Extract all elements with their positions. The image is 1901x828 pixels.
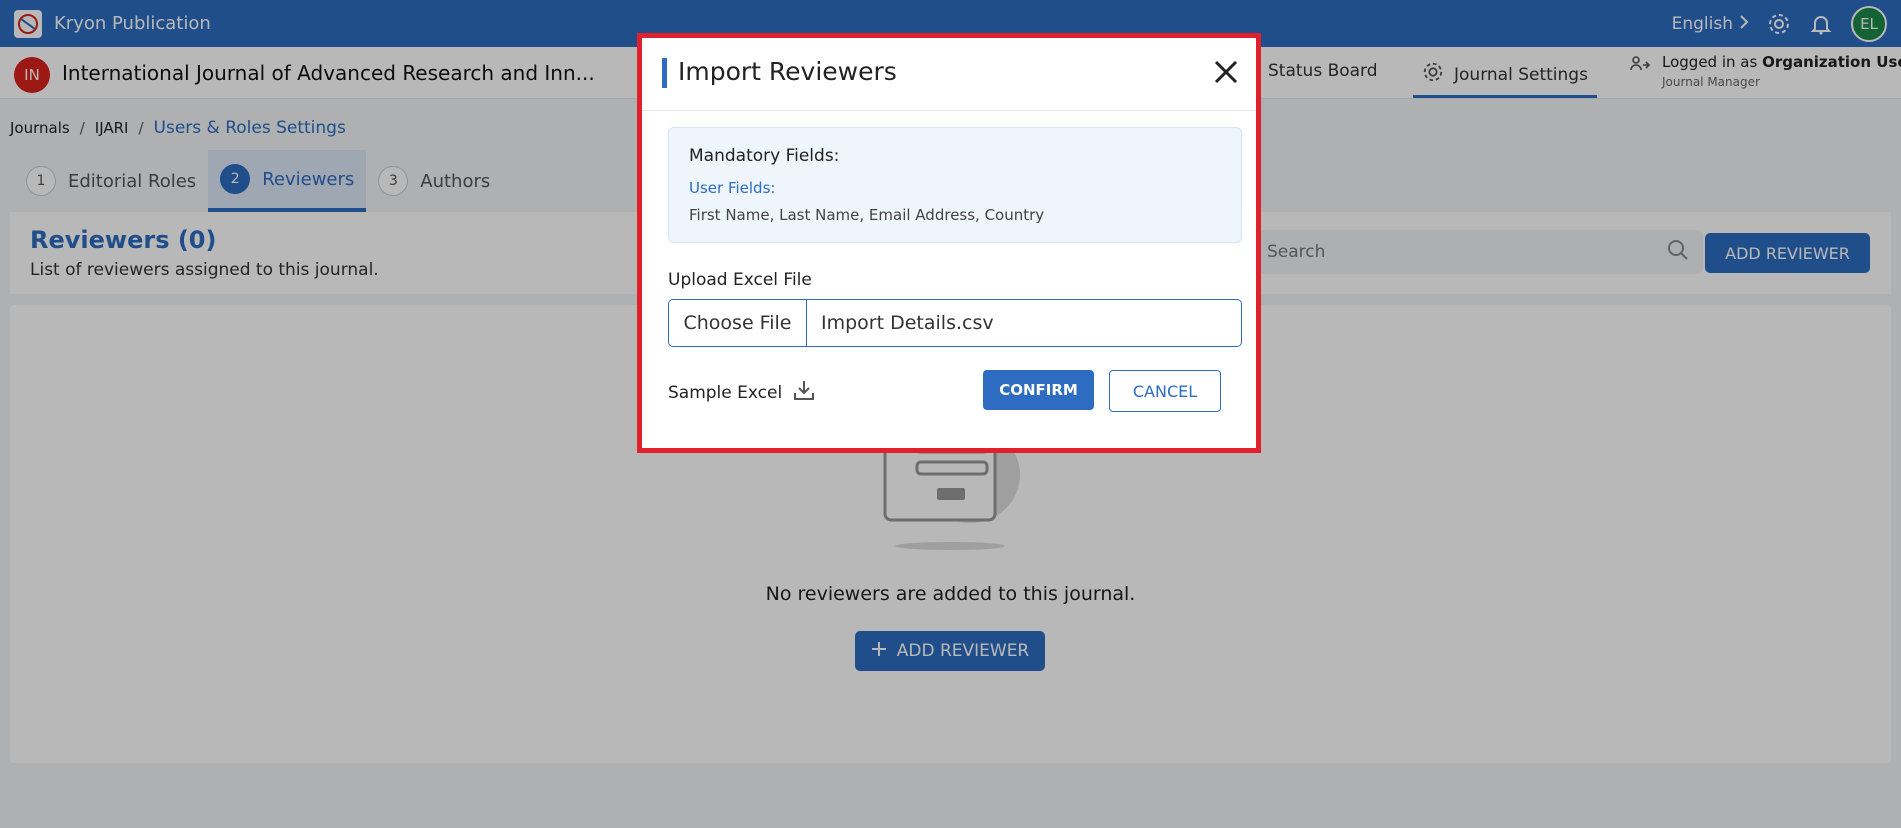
selected-file-name: Import Details.csv (821, 312, 994, 334)
mandatory-fields-title: Mandatory Fields: (689, 146, 840, 166)
mandatory-fields-box: Mandatory Fields: User Fields: First Nam… (668, 127, 1242, 243)
upload-excel-label: Upload Excel File (668, 270, 812, 290)
download-icon (792, 378, 816, 407)
file-upload-field[interactable]: Choose File Import Details.csv (668, 299, 1242, 347)
user-fields-label: User Fields: (689, 179, 776, 197)
modal-header: Import Reviewers (642, 38, 1256, 111)
confirm-button[interactable]: CONFIRM (983, 370, 1094, 410)
import-reviewers-modal: Import Reviewers Mandatory Fields: User … (637, 33, 1261, 453)
sample-excel-label: Sample Excel (668, 382, 783, 403)
user-fields-list: First Name, Last Name, Email Address, Co… (689, 206, 1045, 224)
sample-excel-link[interactable]: Sample Excel (668, 378, 816, 407)
close-icon[interactable] (1212, 58, 1240, 86)
cancel-button[interactable]: CANCEL (1109, 370, 1221, 412)
modal-title: Import Reviewers (678, 57, 897, 86)
modal-title-accent (662, 58, 667, 88)
choose-file-button[interactable]: Choose File (669, 300, 807, 346)
